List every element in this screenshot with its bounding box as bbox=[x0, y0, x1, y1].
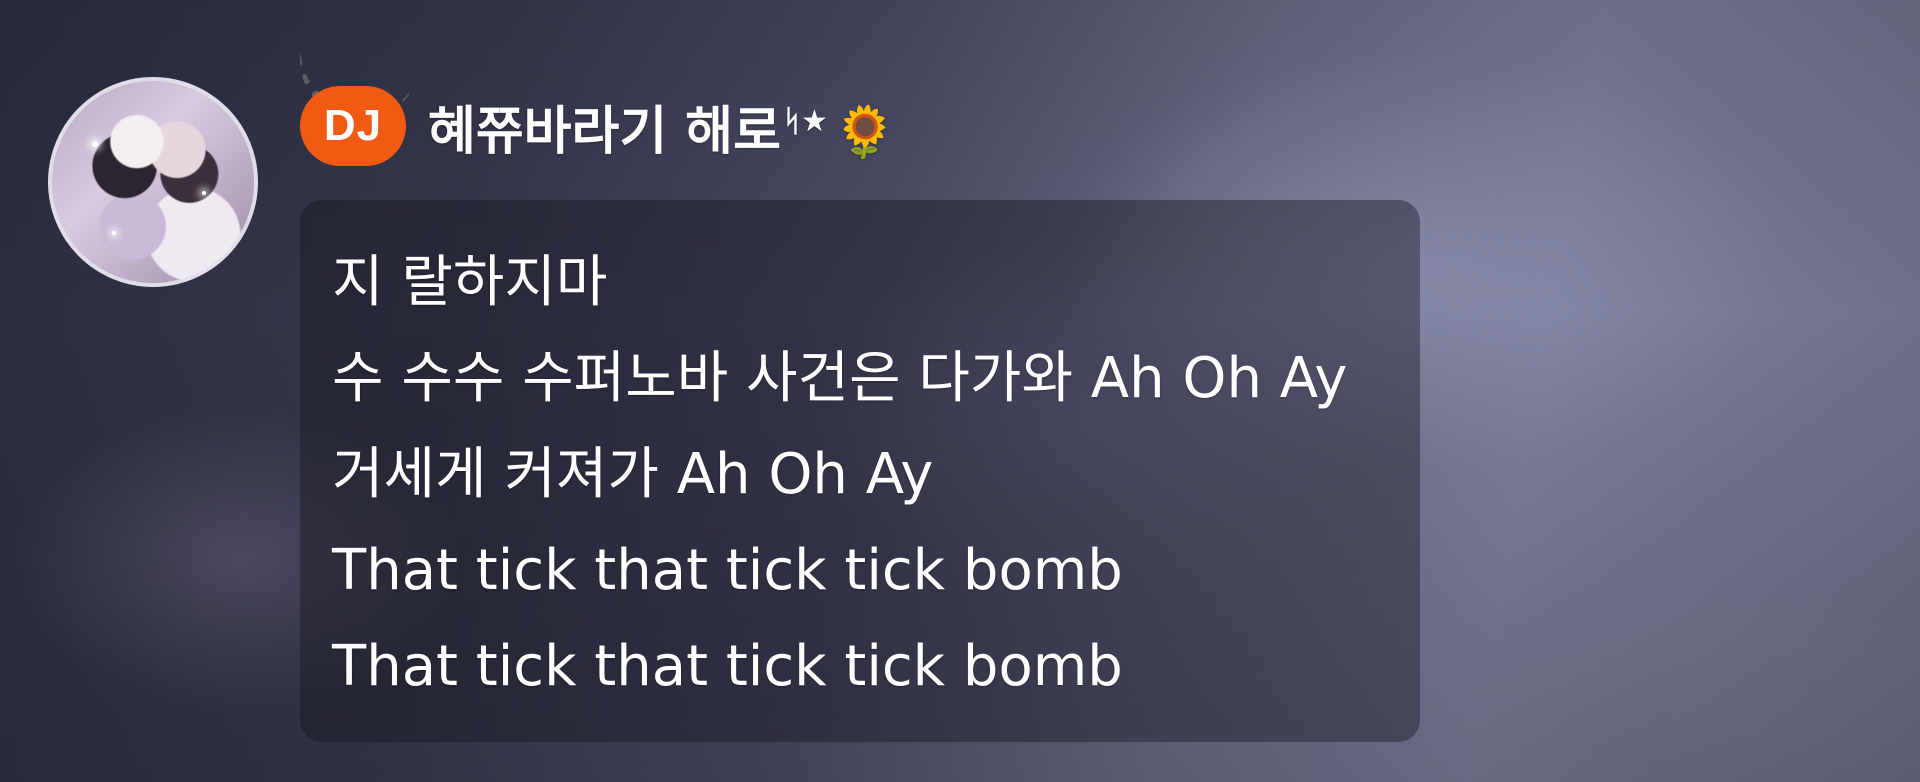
lyric-line: That tick that tick tick bomb bbox=[332, 538, 1123, 603]
message-bubble: 지 랄하지마 수 수수 수퍼노바 사건은 다가와 Ah Oh Ay 거세게 커져… bbox=[300, 200, 1420, 742]
sparkle-icon bbox=[202, 191, 206, 195]
lyric-line: That tick that tick tick bomb bbox=[332, 634, 1123, 699]
dj-name-text: 혜쮸바라기 해로 bbox=[428, 102, 781, 162]
star-icon: ᛋ★ bbox=[782, 104, 828, 139]
sparkle-icon bbox=[112, 231, 116, 235]
sparkle-icon bbox=[92, 141, 98, 147]
dj-name[interactable]: 혜쮸바라기 해로ᛋ★ 🌻 bbox=[428, 82, 896, 162]
avatar[interactable] bbox=[48, 77, 258, 287]
sunflower-icon: 🌻 bbox=[833, 103, 897, 161]
chat-message: DJ 혜쮸바라기 해로ᛋ★ 🌻 지 랄하지마 수 수수 수퍼노바 사건은 다가와 … bbox=[0, 0, 1920, 782]
lyric-line: 거세게 커져가 Ah Oh Ay bbox=[332, 442, 934, 507]
dj-badge: DJ bbox=[300, 86, 406, 166]
lyric-line: 지 랄하지마 bbox=[332, 250, 608, 315]
lyric-line: 수 수수 수퍼노바 사건은 다가와 Ah Oh Ay bbox=[332, 346, 1348, 411]
